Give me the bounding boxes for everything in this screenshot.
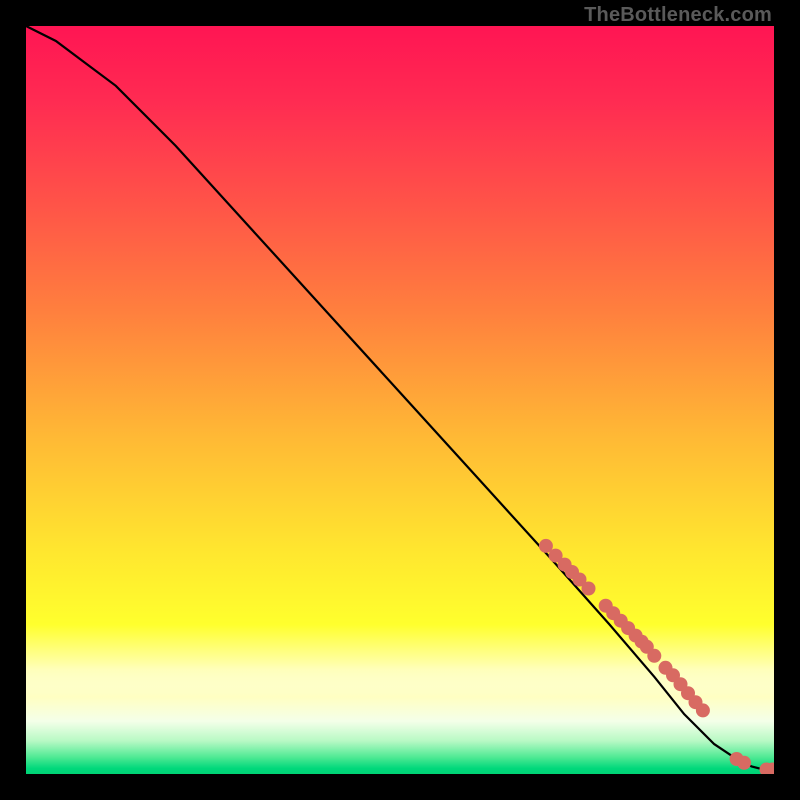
gradient-plot-area [26,26,774,774]
watermark-text: TheBottleneck.com [584,4,772,27]
chart-frame: TheBottleneck.com [0,0,800,800]
